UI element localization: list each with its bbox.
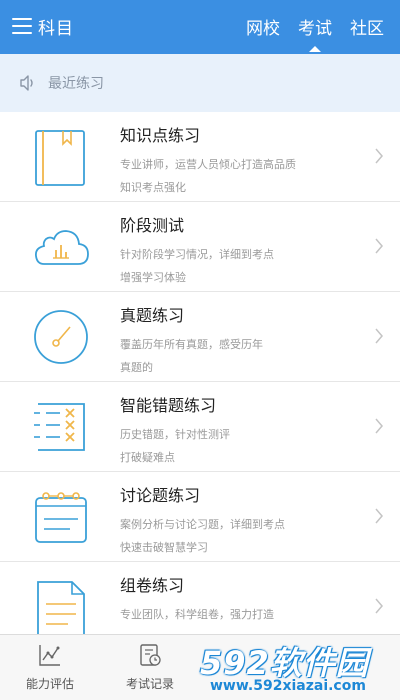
item-title: 智能错题练习 [120, 396, 217, 415]
chevron-right-icon [375, 148, 383, 164]
item-description: 案例分析与讨论习题，详细到考点 [120, 518, 285, 531]
list-item-knowledge-practice[interactable]: 知识点练习 专业讲师，运营人员倾心打造高品质 知识考点强化 [0, 112, 400, 202]
item-description: 快速击破智慧学习 [120, 541, 208, 554]
chevron-right-icon [375, 418, 383, 434]
recent-practice-bar[interactable]: 最近练习 [0, 54, 400, 112]
item-description: 真题的 [120, 361, 153, 374]
tab-exam[interactable]: 考试 [298, 14, 332, 48]
tab-online-school[interactable]: 网校 [246, 14, 280, 48]
binder-icon [35, 492, 87, 543]
menu-icon [12, 17, 34, 35]
chevron-right-icon [375, 328, 383, 344]
item-title: 讨论题练习 [120, 486, 201, 505]
top-tabs: 网校 考试 社区 [246, 14, 384, 48]
item-description: 打破疑难点 [120, 451, 175, 464]
item-title: 阶段测试 [120, 216, 185, 235]
subject-menu-button[interactable]: 科目 [12, 12, 74, 40]
bottom-nav: 能力评估 考试记录 [0, 634, 400, 700]
app-header: 科目 网校 考试 社区 [0, 0, 400, 54]
speaker-icon [20, 75, 33, 91]
item-description: 专业团队，科学组卷，强力打造 [120, 608, 274, 621]
practice-list: 知识点练习 专业讲师，运营人员倾心打造高品质 知识考点强化 阶段测试 针对阶段学… [0, 112, 400, 652]
bottom-nav-exam-records[interactable]: 考试记录 [100, 635, 200, 700]
item-description: 知识考点强化 [120, 181, 186, 194]
bottom-nav-item-3[interactable] [200, 635, 300, 700]
document-icon [37, 581, 85, 638]
subject-menu-label: 科目 [38, 18, 74, 39]
item-title: 知识点练习 [120, 126, 201, 145]
item-description: 增强学习体验 [120, 271, 186, 284]
item-description: 针对阶段学习情况，详细到考点 [120, 248, 274, 261]
recent-practice-label: 最近练习 [48, 76, 104, 92]
list-item-past-exam-practice[interactable]: 真题练习 覆盖历年所有真题，感受历年 真题的 [0, 292, 400, 382]
item-description: 覆盖历年所有真题，感受历年 [120, 338, 263, 351]
chart-line-icon [39, 645, 60, 666]
item-title: 真题练习 [120, 306, 185, 325]
gauge-icon [34, 310, 88, 364]
item-description: 专业讲师，运营人员倾心打造高品质 [120, 158, 296, 171]
record-icon [140, 644, 161, 666]
tab-community[interactable]: 社区 [350, 14, 384, 48]
notebook-icon [35, 130, 85, 186]
list-item-stage-test[interactable]: 阶段测试 针对阶段学习情况，详细到考点 增强学习体验 [0, 202, 400, 292]
chevron-right-icon [375, 598, 383, 614]
bottom-nav-ability-assessment[interactable]: 能力评估 [0, 635, 100, 700]
bottom-nav-label: 考试记录 [125, 677, 174, 691]
list-item-smart-wrong-question-practice[interactable]: 智能错题练习 历史错题，针对性测评 打破疑难点 [0, 382, 400, 472]
wrong-list-icon [34, 403, 85, 451]
bottom-nav-label: 能力评估 [25, 677, 74, 691]
cloud-chart-icon [35, 230, 89, 265]
item-title: 组卷练习 [120, 576, 185, 595]
list-item-discussion-practice[interactable]: 讨论题练习 案例分析与讨论习题，详细到考点 快速击破智慧学习 [0, 472, 400, 562]
chevron-right-icon [375, 508, 383, 524]
bottom-nav-item-4[interactable] [300, 635, 400, 700]
item-description: 历史错题，针对性测评 [120, 428, 230, 441]
chevron-right-icon [375, 238, 383, 254]
